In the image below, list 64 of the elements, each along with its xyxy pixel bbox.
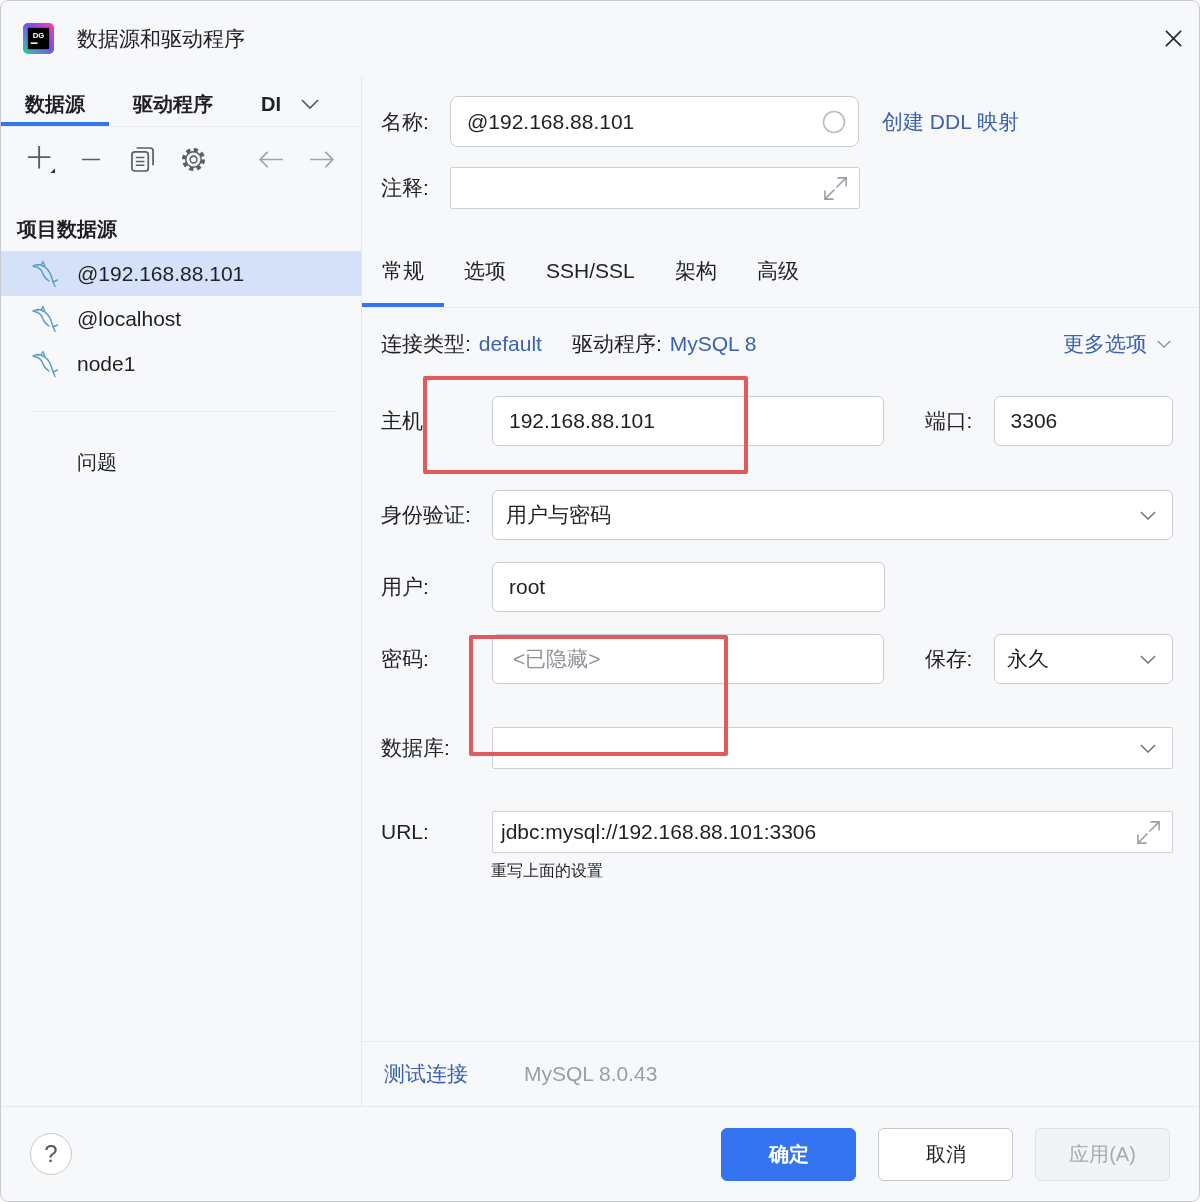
connection-type-label: 连接类型: xyxy=(381,331,471,357)
driver-link[interactable]: MySQL 8 xyxy=(669,332,757,356)
chevron-down-icon[interactable] xyxy=(301,98,319,110)
add-icon[interactable] xyxy=(26,144,56,174)
field-label: URL: xyxy=(381,820,430,844)
dropdown[interactable]: 永久 xyxy=(993,634,1173,684)
data-source-item[interactable]: @localhost xyxy=(1,296,361,341)
text-field[interactable]: root xyxy=(492,562,885,612)
server-version-text: MySQL 8.0.43 xyxy=(524,1062,658,1086)
dolphin-icon xyxy=(31,304,59,333)
tab[interactable]: 高级 xyxy=(736,241,819,307)
text-field[interactable]: 192.168.88.101 xyxy=(492,396,884,446)
dropdown[interactable]: 用户与密码 xyxy=(492,490,1173,540)
settings-icon[interactable] xyxy=(181,146,206,172)
copy-icon[interactable] xyxy=(131,146,154,172)
problems-item[interactable]: 问题 xyxy=(77,449,117,475)
close-icon[interactable] xyxy=(1165,30,1182,47)
ring-icon xyxy=(822,109,846,134)
remove-icon[interactable] xyxy=(79,157,103,161)
tab[interactable]: 架构 xyxy=(654,241,737,307)
ok-button[interactable]: 确定 xyxy=(721,1127,856,1181)
tab[interactable]: 常规 xyxy=(362,241,444,307)
window-title: 数据源和驱动程序 xyxy=(77,25,245,52)
sidebar-tab[interactable]: DI xyxy=(237,86,295,126)
text-field[interactable]: 3306 xyxy=(993,396,1173,446)
field-label: 名称: xyxy=(381,108,430,135)
sidebar-tab[interactable]: 驱动程序 xyxy=(109,86,237,126)
field-label: 主机 xyxy=(381,408,424,434)
chevron-down-icon xyxy=(1140,654,1156,664)
name-field[interactable]: @192.168.88.101 xyxy=(450,96,859,147)
section-title: 项目数据源 xyxy=(15,217,117,242)
chevron-down-icon xyxy=(1140,743,1156,753)
data-source-item[interactable]: @192.168.88.101 xyxy=(1,251,361,296)
test-connection-link[interactable]: 测试连接 xyxy=(384,1060,468,1088)
expand-icon[interactable] xyxy=(1135,818,1162,846)
help-button[interactable]: ? xyxy=(30,1133,72,1175)
driver-label: 驱动程序: xyxy=(571,331,662,357)
chevron-down-icon xyxy=(1140,510,1156,520)
arrow-right-icon[interactable] xyxy=(309,150,334,168)
data-source-item[interactable]: node1 xyxy=(1,341,361,386)
tab[interactable]: SSH/SSL xyxy=(526,241,655,307)
field-label: 保存: xyxy=(924,646,974,672)
field-label: 端口: xyxy=(924,408,974,434)
chevron-down-icon[interactable] xyxy=(1157,339,1171,349)
comment-field[interactable] xyxy=(450,167,860,209)
ddl-mapping-link[interactable]: 创建 DDL 映射 xyxy=(882,107,1019,136)
dolphin-icon xyxy=(31,349,59,378)
field-label: 身份验证: xyxy=(381,502,472,528)
field-label: 注释: xyxy=(381,175,430,201)
sidebar-tab[interactable]: 数据源 xyxy=(1,86,109,126)
field-label: 密码: xyxy=(381,646,430,672)
dolphin-icon xyxy=(31,259,59,288)
combo-field[interactable] xyxy=(492,727,1173,769)
field-label: 数据库: xyxy=(381,735,451,761)
tab[interactable]: 选项 xyxy=(444,241,526,307)
dialog-button[interactable]: 取消 xyxy=(878,1127,1013,1181)
app-logo: DG xyxy=(23,23,54,54)
url-field[interactable]: jdbc:mysql://192.168.88.101:3306 xyxy=(492,811,1173,853)
connection-type-link[interactable]: default xyxy=(478,332,542,356)
expand-icon[interactable] xyxy=(822,174,849,202)
field-label: 用户: xyxy=(381,574,430,600)
more-options-link[interactable]: 更多选项 xyxy=(1063,330,1147,358)
hint-text: 重写上面的设置 xyxy=(491,861,603,881)
arrow-left-icon[interactable] xyxy=(259,150,284,168)
